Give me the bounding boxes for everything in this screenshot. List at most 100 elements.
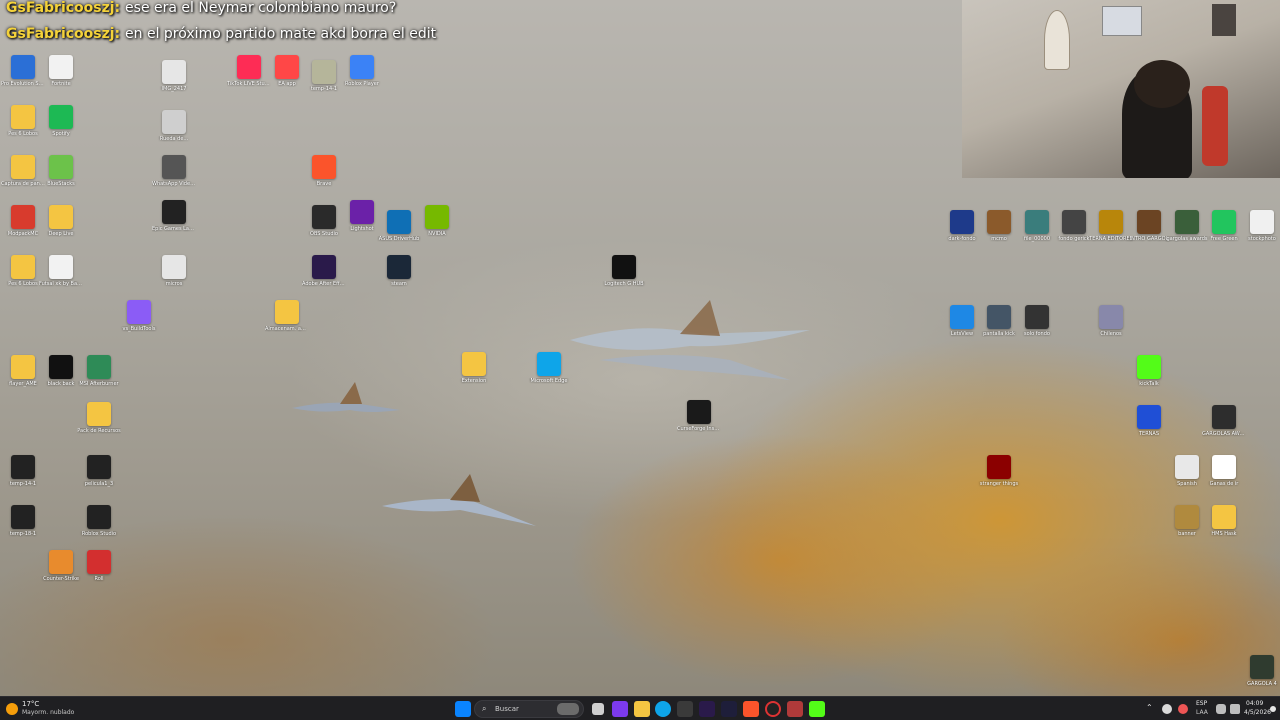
desktop-icon[interactable]: kickTalk bbox=[1130, 355, 1168, 407]
desktop-icon[interactable]: Captura de pantalla bbox=[1, 155, 45, 207]
desktop-icon-label: Fortnite bbox=[51, 81, 71, 87]
desktop-icon[interactable]: Futsal xk by Balinga bbox=[39, 255, 83, 307]
desktop-icon[interactable]: stockphoto bbox=[1243, 210, 1280, 262]
desktop-icon[interactable]: Pes 6 Lobos bbox=[4, 105, 42, 157]
desktop-icon[interactable]: Lightshot bbox=[343, 200, 381, 252]
desktop-icon[interactable]: Spotify bbox=[42, 105, 80, 157]
desktop-icon[interactable]: CurseForge Installer bbox=[677, 400, 721, 452]
desktop-icon[interactable]: BlueStacks bbox=[42, 155, 80, 207]
video-icon bbox=[162, 155, 186, 179]
search-highlight-icon bbox=[557, 703, 579, 715]
desktop-icon[interactable]: Pes 6 Lobos bbox=[4, 255, 42, 307]
desktop-icon[interactable]: banner bbox=[1168, 505, 1206, 557]
desktop-icon[interactable]: temp-14-1 bbox=[305, 60, 343, 112]
desktop-icon[interactable]: Fortnite bbox=[42, 55, 80, 107]
desktop-icon[interactable]: Brave bbox=[305, 155, 343, 207]
tray-app-icon[interactable] bbox=[1162, 704, 1172, 714]
desktop-icon[interactable]: gargolas awards bbox=[1166, 210, 1208, 262]
desktop-icon[interactable]: GARGOLAS AWARDS bbox=[1202, 405, 1246, 457]
language-indicator[interactable]: ESP bbox=[1196, 700, 1207, 708]
desktop-icon[interactable]: mcmo bbox=[980, 210, 1018, 262]
folder-icon bbox=[275, 300, 299, 324]
desktop-icon[interactable]: TikTok LIVE Studio bbox=[227, 55, 271, 107]
desktop-icon[interactable]: IMG_2417 bbox=[155, 60, 193, 112]
tray-chevron-icon[interactable]: ⌃ bbox=[1146, 704, 1153, 712]
app-icon bbox=[87, 550, 111, 574]
weather-icon[interactable] bbox=[6, 703, 18, 715]
desktop-icon[interactable]: Logitech G HUB bbox=[604, 255, 644, 307]
desktop-icon[interactable]: TERNA EDITORES bbox=[1089, 210, 1133, 262]
file-explorer-icon[interactable] bbox=[634, 701, 650, 717]
desktop-icon[interactable]: temp-14-1 bbox=[4, 455, 42, 507]
ea-icon bbox=[275, 55, 299, 79]
task-view-icon[interactable] bbox=[592, 703, 604, 715]
desktop-icon[interactable]: Ganas de ir bbox=[1205, 455, 1243, 507]
clock-time[interactable]: 04:09 bbox=[1246, 700, 1263, 708]
desktop-icon[interactable]: Pro Evolution Soccer bbox=[1, 55, 45, 107]
media-encoder-icon[interactable] bbox=[721, 701, 737, 717]
desktop-icon[interactable]: fondo gerick bbox=[1055, 210, 1093, 262]
desktop-icon[interactable]: solo fondo bbox=[1018, 305, 1056, 357]
desktop-icon[interactable]: flayer_AME bbox=[4, 355, 42, 407]
desktop-icon[interactable]: NVIDIA bbox=[418, 205, 456, 257]
kick-icon[interactable] bbox=[809, 701, 825, 717]
app-icon bbox=[11, 205, 35, 229]
desktop-icon[interactable]: pantalla kick bbox=[980, 305, 1018, 357]
desktop-icon[interactable]: Pack de Recursos bbox=[77, 402, 121, 454]
calculator-icon[interactable] bbox=[677, 701, 693, 717]
copilot-icon[interactable] bbox=[612, 701, 628, 717]
desktop-icon[interactable]: TERNAS bbox=[1130, 405, 1168, 457]
brave-icon[interactable] bbox=[743, 701, 759, 717]
search-box[interactable]: ⌕ Buscar bbox=[474, 700, 584, 718]
desktop-icon[interactable]: Almacenam. automatic bbox=[265, 300, 309, 352]
desktop-icon[interactable]: dark-fondo bbox=[943, 210, 981, 262]
desktop-icon[interactable]: Roblox Player bbox=[343, 55, 381, 107]
desktop-icon[interactable]: ModpackMC bbox=[4, 205, 42, 257]
edge-icon[interactable] bbox=[655, 701, 671, 717]
desktop-icon[interactable]: Chilenos bbox=[1092, 305, 1130, 357]
desktop-icon[interactable]: Free Green bbox=[1205, 210, 1243, 262]
chat-message-2: GsFabricooszj: en el próximo partido mat… bbox=[6, 26, 436, 42]
search-icon: ⌕ bbox=[482, 704, 487, 713]
microphone bbox=[1202, 86, 1228, 166]
desktop-icon[interactable]: steam bbox=[380, 255, 418, 307]
desktop-icon[interactable]: micros bbox=[155, 255, 193, 307]
obs-icon[interactable] bbox=[765, 701, 781, 717]
desktop-icon[interactable]: pelicula1_3 bbox=[80, 455, 118, 507]
desktop-icon[interactable]: INTRO GARGOL bbox=[1130, 210, 1168, 262]
desktop-icon-label: Roblox Player bbox=[345, 81, 379, 87]
desktop-icon[interactable]: stranger things bbox=[980, 455, 1018, 507]
desktop-icon[interactable]: OBS Studio bbox=[305, 205, 343, 257]
desktop-icon-label: IMG_2417 bbox=[161, 86, 187, 92]
poster-frame bbox=[1102, 6, 1142, 36]
tray-app-icon[interactable] bbox=[1178, 704, 1188, 714]
crane-bird-2 bbox=[382, 474, 536, 526]
desktop-icon[interactable]: file_00000 bbox=[1018, 210, 1056, 262]
desktop-icon[interactable]: HMS Hask bbox=[1205, 505, 1243, 557]
volume-icon[interactable] bbox=[1230, 704, 1240, 714]
desktop-icon[interactable]: MSI Afterburner bbox=[79, 355, 119, 407]
roblox-icon bbox=[350, 55, 374, 79]
desktop-icon[interactable]: Extension bbox=[455, 352, 493, 404]
desktop-icon[interactable]: LetsView bbox=[943, 305, 981, 357]
desktop-icon-label: Lightshot bbox=[350, 226, 374, 232]
desktop-icon[interactable]: vs_BuildTools bbox=[120, 300, 158, 352]
desktop-icon[interactable]: Adobe After Effects bbox=[302, 255, 346, 307]
desktop-icon[interactable]: ASUS DriverHub bbox=[379, 210, 419, 262]
image-icon bbox=[987, 455, 1011, 479]
desktop-icon[interactable]: temp-18-1 bbox=[4, 505, 42, 557]
asus-icon bbox=[387, 210, 411, 234]
network-icon[interactable] bbox=[1216, 704, 1226, 714]
desktop-icon[interactable]: Spanish bbox=[1168, 455, 1206, 507]
desktop-icon[interactable]: black back bbox=[42, 355, 80, 407]
start-button[interactable] bbox=[455, 701, 471, 717]
desktop-icon[interactable]: Roll bbox=[80, 550, 118, 602]
desktop-icon[interactable]: Deep Live bbox=[42, 205, 80, 257]
desktop-icon[interactable]: Microsoft Edge bbox=[530, 352, 568, 404]
desktop-icon[interactable]: Epic Games Launcher bbox=[152, 200, 196, 252]
app-icon[interactable] bbox=[787, 701, 803, 717]
desktop-icon[interactable]: Counter-Strike bbox=[42, 550, 80, 602]
notification-icon[interactable] bbox=[1270, 706, 1276, 712]
premiere-icon[interactable] bbox=[699, 701, 715, 717]
desktop-icon[interactable]: EA app bbox=[268, 55, 306, 107]
